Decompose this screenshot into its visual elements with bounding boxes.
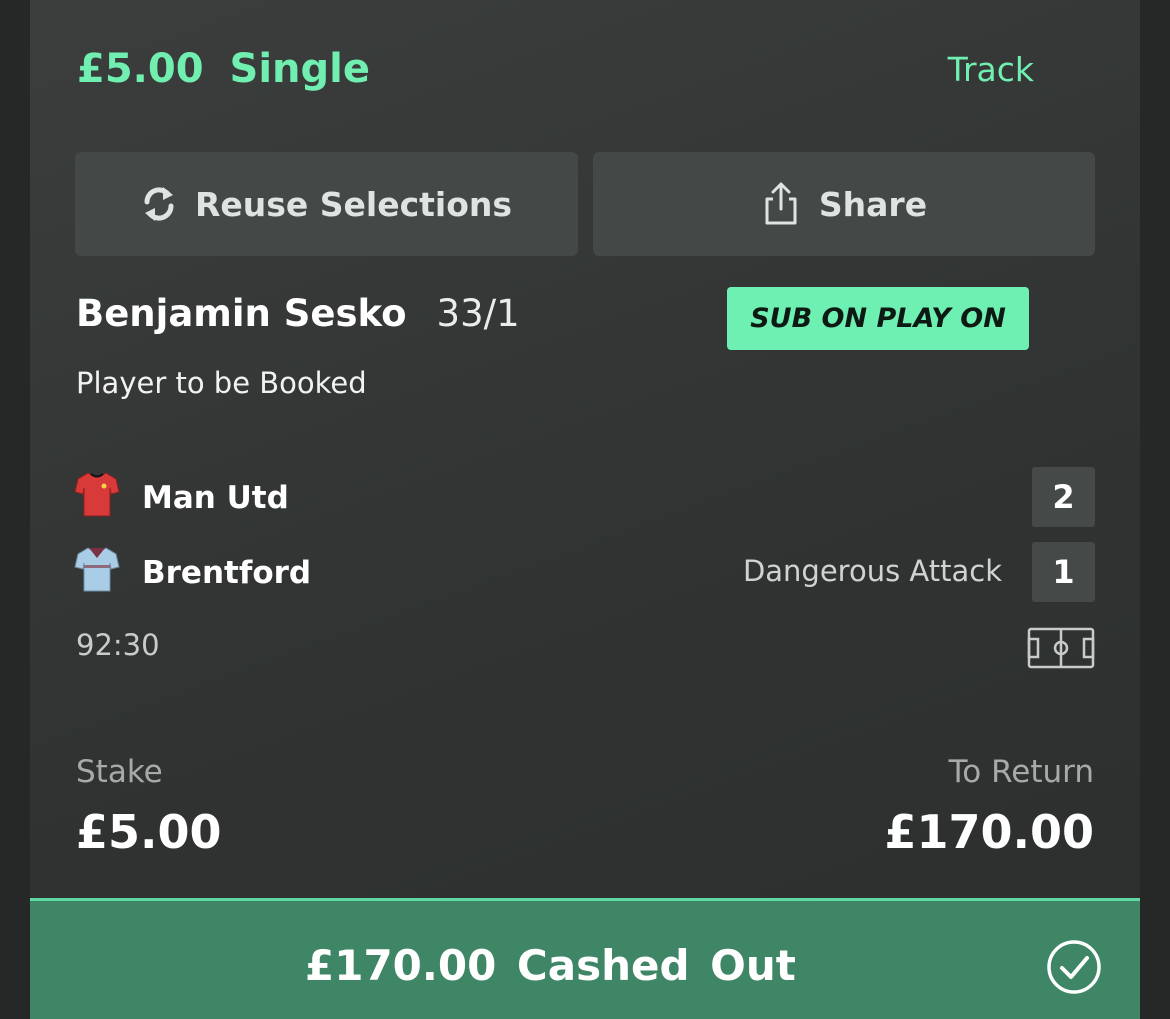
- home-shirt-icon: [74, 470, 120, 526]
- home-score: 2: [1032, 467, 1095, 527]
- refresh-icon: [141, 184, 177, 224]
- selection-header: Benjamin Sesko 33/1: [76, 292, 520, 335]
- stake-value: £5.00: [76, 805, 222, 859]
- away-shirt-icon: [74, 545, 120, 601]
- match-status: Dangerous Attack: [742, 554, 1002, 588]
- return-value: £170.00: [884, 805, 1094, 859]
- away-team-row: Brentford: [74, 545, 311, 601]
- home-team-row: Man Utd: [74, 470, 289, 526]
- return-label: To Return: [948, 754, 1094, 790]
- promo-badge: SUB ON PLAY ON: [727, 287, 1029, 350]
- check-circle-icon: [1046, 939, 1102, 1005]
- away-score: 1: [1032, 542, 1095, 602]
- bet-amount: £5.00: [77, 46, 204, 92]
- bet-title: £5.00 Single: [77, 46, 370, 92]
- track-link[interactable]: Track: [948, 50, 1034, 89]
- stake-label: Stake: [76, 754, 163, 790]
- away-team-name: Brentford: [142, 555, 312, 591]
- player-name: Benjamin Sesko: [76, 292, 407, 335]
- reuse-selections-button[interactable]: Reuse Selections: [75, 152, 578, 256]
- selection-odds: 33/1: [436, 292, 520, 335]
- home-team-name: Man Utd: [142, 480, 289, 516]
- cashed-out-bar: £170.00 Cashed Out: [30, 898, 1140, 1019]
- reuse-selections-label: Reuse Selections: [194, 184, 513, 224]
- bet-type: Single: [229, 46, 370, 92]
- bet-card: £5.00 Single Track Reuse Selections Shar…: [30, 0, 1140, 1019]
- share-label: Share: [818, 184, 928, 224]
- market-name: Player to be Booked: [76, 366, 367, 400]
- cashed-out-label: £170.00 Cashed Out: [305, 941, 796, 990]
- match-clock: 92:30: [76, 628, 160, 662]
- share-button[interactable]: Share: [593, 152, 1095, 256]
- share-icon: [761, 181, 801, 227]
- pitch-icon[interactable]: [1027, 627, 1095, 673]
